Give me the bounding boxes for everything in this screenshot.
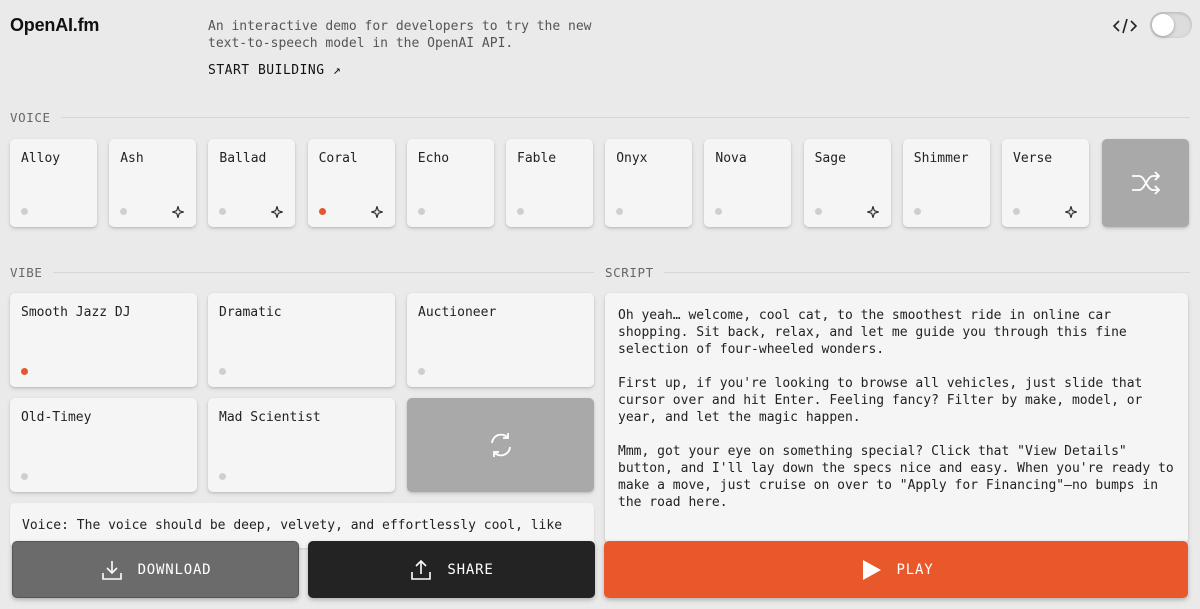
voice-name: Fable xyxy=(517,151,557,166)
sparkle-icon xyxy=(866,206,879,218)
share-label: SHARE xyxy=(447,561,494,578)
voice-option-verse[interactable]: Verse xyxy=(1002,139,1089,227)
vibe-option[interactable]: Old-Timey xyxy=(10,398,197,492)
voice-section-label: VOICE xyxy=(10,110,1190,125)
shuffle-icon xyxy=(1131,171,1160,195)
voice-name: Coral xyxy=(318,151,358,166)
start-building-link[interactable]: START BUILDING ↗ xyxy=(208,63,341,78)
script-paragraph: Mmm, got your eye on something special? … xyxy=(618,444,1174,510)
selection-dot xyxy=(219,473,226,480)
code-icon[interactable] xyxy=(1112,16,1138,36)
script-label-text: SCRIPT xyxy=(605,265,654,280)
sparkle-icon xyxy=(370,206,383,218)
script-textarea[interactable]: Oh yeah… welcome, cool cat, to the smoot… xyxy=(605,293,1188,543)
selection-dot xyxy=(1013,208,1020,215)
script-section-label: SCRIPT xyxy=(605,265,1190,280)
sparkle-icon xyxy=(271,206,284,218)
voice-label-text: VOICE xyxy=(10,110,51,125)
voice-option-onyx[interactable]: Onyx xyxy=(605,139,693,227)
dev-mode-toggle[interactable] xyxy=(1150,12,1192,38)
voice-option-echo[interactable]: Echo xyxy=(406,139,494,227)
vibe-section-label: VIBE xyxy=(10,265,594,280)
voice-option-alloy[interactable]: Alloy xyxy=(10,139,97,227)
share-button[interactable]: SHARE xyxy=(308,541,595,598)
shuffle-voice-button[interactable] xyxy=(1102,139,1189,227)
voice-name: Onyx xyxy=(616,151,648,166)
voice-option-ash[interactable]: Ash xyxy=(109,139,197,227)
sparkle-icon xyxy=(1065,206,1077,218)
selection-dot xyxy=(417,208,425,215)
selection-dot xyxy=(318,208,326,215)
script-paragraph: Oh yeah… welcome, cool cat, to the smoot… xyxy=(618,308,1127,357)
vibe-name: Old-Timey xyxy=(21,410,92,425)
selection-dot xyxy=(616,208,624,215)
vibe-option[interactable]: Auctioneer xyxy=(407,293,594,387)
refresh-icon xyxy=(490,433,511,457)
voice-name: Echo xyxy=(417,151,450,166)
voice-option-nova[interactable]: Nova xyxy=(704,139,792,227)
voice-name: Ash xyxy=(120,151,144,166)
voice-option-coral[interactable]: Coral xyxy=(307,139,395,227)
selection-dot xyxy=(219,368,226,375)
download-label: DOWNLOAD xyxy=(137,561,212,578)
vibe-label-text: VIBE xyxy=(10,265,43,280)
toggle-knob xyxy=(1152,14,1174,36)
voice-name: Shimmer xyxy=(913,151,969,166)
download-icon xyxy=(101,560,122,580)
selection-dot xyxy=(21,208,28,215)
tagline: An interactive demo for developers to tr… xyxy=(208,19,592,51)
play-button[interactable]: PLAY xyxy=(604,541,1188,598)
script-paragraph: First up, if you're looking to browse al… xyxy=(618,376,1143,425)
play-icon xyxy=(862,559,881,580)
voice-option-fable[interactable]: Fable xyxy=(506,139,593,227)
selection-dot xyxy=(418,368,425,375)
vibe-option[interactable]: Dramatic xyxy=(208,293,395,387)
selection-dot xyxy=(814,208,822,215)
voice-option-ballad[interactable]: Ballad xyxy=(208,139,296,227)
selection-dot xyxy=(21,368,28,375)
voice-option-sage[interactable]: Sage xyxy=(803,139,891,227)
refresh-vibes-button[interactable] xyxy=(407,398,594,492)
sparkle-icon xyxy=(172,206,185,218)
vibe-name: Dramatic xyxy=(219,305,282,320)
vibe-option[interactable]: Mad Scientist xyxy=(208,398,395,492)
selection-dot xyxy=(715,208,723,215)
share-icon xyxy=(411,559,432,580)
vibe-name: Smooth Jazz DJ xyxy=(21,305,131,320)
vibe-name: Auctioneer xyxy=(418,305,497,320)
selection-dot xyxy=(913,208,921,215)
voice-name: Verse xyxy=(1013,151,1053,166)
voice-name: Ballad xyxy=(219,151,267,166)
selection-dot xyxy=(517,208,524,215)
voice-name: Nova xyxy=(715,151,747,166)
play-label: PLAY xyxy=(896,561,934,578)
app-logo[interactable]: OpenAI.fm xyxy=(10,15,99,36)
vibe-name: Mad Scientist xyxy=(219,410,321,425)
selection-dot xyxy=(21,473,28,480)
voice-option-shimmer[interactable]: Shimmer xyxy=(902,139,990,227)
voice-name: Sage xyxy=(814,151,846,166)
voice-name: Alloy xyxy=(21,151,61,166)
selection-dot xyxy=(120,208,128,215)
download-button[interactable]: DOWNLOAD xyxy=(12,541,299,598)
vibe-option[interactable]: Smooth Jazz DJ xyxy=(10,293,197,387)
selection-dot xyxy=(219,208,227,215)
